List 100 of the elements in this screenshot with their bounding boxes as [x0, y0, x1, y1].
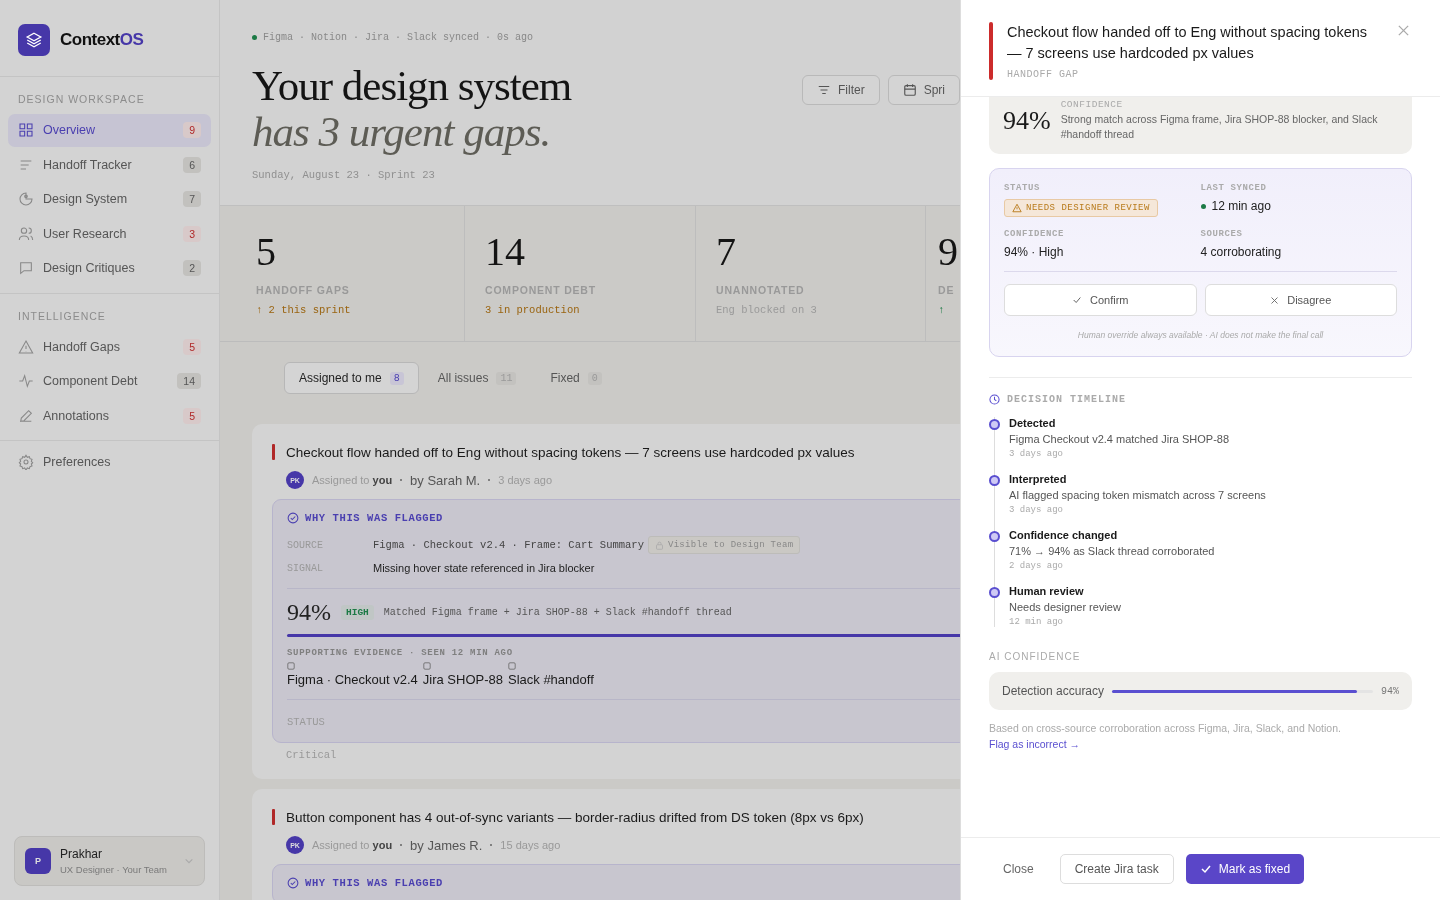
- confirm-button[interactable]: Confirm: [1004, 284, 1197, 316]
- sprint-button[interactable]: Spri: [887, 75, 960, 105]
- flag-link[interactable]: Flag as incorrect →: [989, 738, 1081, 750]
- user-name: Prakhar: [60, 847, 104, 861]
- confidence-badge: HIGH: [341, 605, 374, 620]
- calendar-icon: [902, 83, 917, 97]
- timeline-dot: [989, 419, 1000, 430]
- settings-icon: [18, 453, 34, 470]
- event-time: 3 days ago: [1009, 505, 1064, 515]
- sync-time: 12 min ago: [1211, 199, 1271, 213]
- user-avatar: P: [25, 848, 51, 874]
- section-heading: DESIGN WORKSPACE: [17, 93, 146, 107]
- field-label: LAST SYNCED: [1200, 183, 1267, 193]
- event-text: Figma Checkout v2.4 matched Jira SHOP-88: [1009, 433, 1230, 445]
- warning-icon: [1012, 203, 1022, 213]
- sidebar-item[interactable]: Overview 9: [8, 113, 211, 147]
- confidence-value: 94%: [1003, 105, 1051, 136]
- event-time: 12 min ago: [1009, 617, 1064, 627]
- accuracy-label: Detection accuracy: [1002, 684, 1105, 698]
- mark-fixed-button[interactable]: Mark as fixed: [1185, 854, 1305, 884]
- evidence-heading: SUPPORTING EVIDENCE · SEEN 12 MIN AGO: [287, 648, 514, 658]
- timeline-heading: DECISION TIMELINE: [1007, 394, 1127, 405]
- evidence-link[interactable]: Figma · Checkout v2.4: [287, 672, 418, 687]
- timestamp: 3 days ago: [498, 474, 553, 486]
- issue-title: Button component has 4 out-of-sync variants — border-radius drifted from DS token (8px vs 6px): [286, 809, 864, 825]
- filter-icon: [817, 83, 831, 97]
- field-label: CONFIDENCE: [1004, 229, 1064, 239]
- event-text: 71% → 94% as Slack thread corroborated: [1009, 545, 1215, 557]
- count-badge: 5: [183, 338, 201, 355]
- field-value: 94% · High: [1004, 245, 1064, 259]
- grid-icon: [18, 122, 34, 138]
- count-badge: 5: [183, 407, 201, 424]
- pulse-icon: [18, 373, 34, 389]
- drawer-title: Checkout flow handed off to Eng without spacing tokens — 7 screens use hardcoded px values: [1007, 23, 1369, 63]
- confidence-value: 94%: [287, 599, 331, 626]
- sidebar-item[interactable]: Annotations 5: [8, 399, 211, 432]
- event-text: Needs designer review: [1009, 601, 1121, 613]
- signal-text: Missing hover state referenced in Jira blocker: [373, 562, 595, 574]
- sidebar-item[interactable]: Handoff Gaps 5: [8, 330, 211, 363]
- check-circle-icon: [287, 877, 299, 889]
- timeline-dot: [989, 587, 1000, 598]
- issue-title: Checkout flow handed off to Eng without spacing tokens — 7 screens use hardcoded px values: [286, 444, 855, 460]
- sidebar-item[interactable]: Component Debt 14: [8, 364, 211, 398]
- event-time: 2 days ago: [1009, 561, 1064, 571]
- user-card[interactable]: P Prakhar UX Designer · Your Team: [14, 836, 205, 886]
- logo-icon: [18, 24, 50, 56]
- clock-icon: [989, 394, 1000, 405]
- create-task-button[interactable]: Create Jira task: [1059, 854, 1174, 884]
- page-title: Your design system: [252, 63, 572, 109]
- stat-value: 14: [485, 230, 526, 274]
- event-text: AI flagged spacing token mismatch across 7 screens: [1009, 489, 1266, 501]
- disagree-button[interactable]: Disagree: [1204, 284, 1397, 316]
- event-time: 3 days ago: [1009, 449, 1064, 459]
- sidebar-item[interactable]: Design System 7: [8, 182, 211, 216]
- evidence-link[interactable]: Jira SHOP-88: [422, 672, 503, 687]
- count-badge: 3: [183, 225, 201, 242]
- event-title: Confidence changed: [1009, 529, 1119, 541]
- author-text: by Sarah M.: [410, 472, 481, 488]
- severity-text: Critical: [286, 749, 338, 761]
- override-note: Human override always available · AI does not make the final call: [1076, 330, 1325, 340]
- visibility-badge: Visible to Design Team: [647, 536, 801, 554]
- page-subtitle: has 3 urgent gaps.: [252, 109, 551, 155]
- sidebar-item[interactable]: User Research 3: [8, 217, 211, 250]
- stat-note: ↑ 2 this sprint: [256, 304, 352, 316]
- field-label: SOURCES: [1200, 229, 1243, 239]
- event-title: Human review: [1009, 585, 1085, 597]
- chevron-icon: [184, 856, 194, 866]
- evidence-link[interactable]: Slack #handoff: [508, 672, 594, 687]
- filter-button[interactable]: Filter: [802, 75, 880, 105]
- field-label: CONFIDENCE: [1060, 99, 1124, 110]
- stat-note: 3 in production: [485, 304, 581, 316]
- sidebar-item[interactable]: Design Critiques 2: [8, 251, 211, 285]
- warning-icon: [18, 338, 34, 355]
- flag-heading: WHY THIS WAS FLAGGED: [305, 512, 444, 524]
- accuracy-note: Based on cross-source corroboration across Figma, Jira, Slack, and Notion. Flag as incorrect →: [989, 721, 1342, 752]
- sidebar-item[interactable]: Handoff Tracker 6: [8, 148, 211, 181]
- check-icon: [1072, 295, 1082, 305]
- count-badge: 9: [183, 122, 201, 138]
- event-title: Detected: [1009, 417, 1057, 429]
- date-text: Sunday, August 23 · Sprint 23: [252, 169, 436, 181]
- users-icon: [18, 225, 34, 242]
- stat-value: 9: [938, 230, 959, 274]
- sync-status: Figma · Notion · Jira · Slack synced · 0s ago: [263, 32, 534, 43]
- accuracy-reading: 94%: [1381, 685, 1399, 697]
- sidebar-item[interactable]: Preferences: [8, 445, 211, 478]
- filter-tab[interactable]: Assigned to me 8: [284, 362, 419, 394]
- issue-card[interactable]: [252, 424, 960, 779]
- count-badge: 7: [183, 191, 201, 207]
- check-circle-icon: [287, 512, 299, 524]
- square-icon: [422, 662, 431, 670]
- event-title: Interpreted: [1009, 473, 1068, 485]
- field-label: STATUS: [1004, 183, 1040, 193]
- palette-icon: [18, 191, 34, 207]
- confidence-description: Strong match across Figma frame, Jira SHOP-88 blocker, and Slack #handoff thread: [1060, 112, 1379, 142]
- author-text: by James R.: [410, 837, 483, 853]
- category-label: HANDOFF GAP: [1007, 69, 1080, 80]
- count-badge: 14: [177, 373, 201, 389]
- source-text: Figma · Checkout v2.4 · Frame: Cart Summary: [373, 539, 644, 551]
- close-button[interactable]: Close: [989, 854, 1048, 884]
- assignee-text: Assigned to you: [312, 474, 393, 486]
